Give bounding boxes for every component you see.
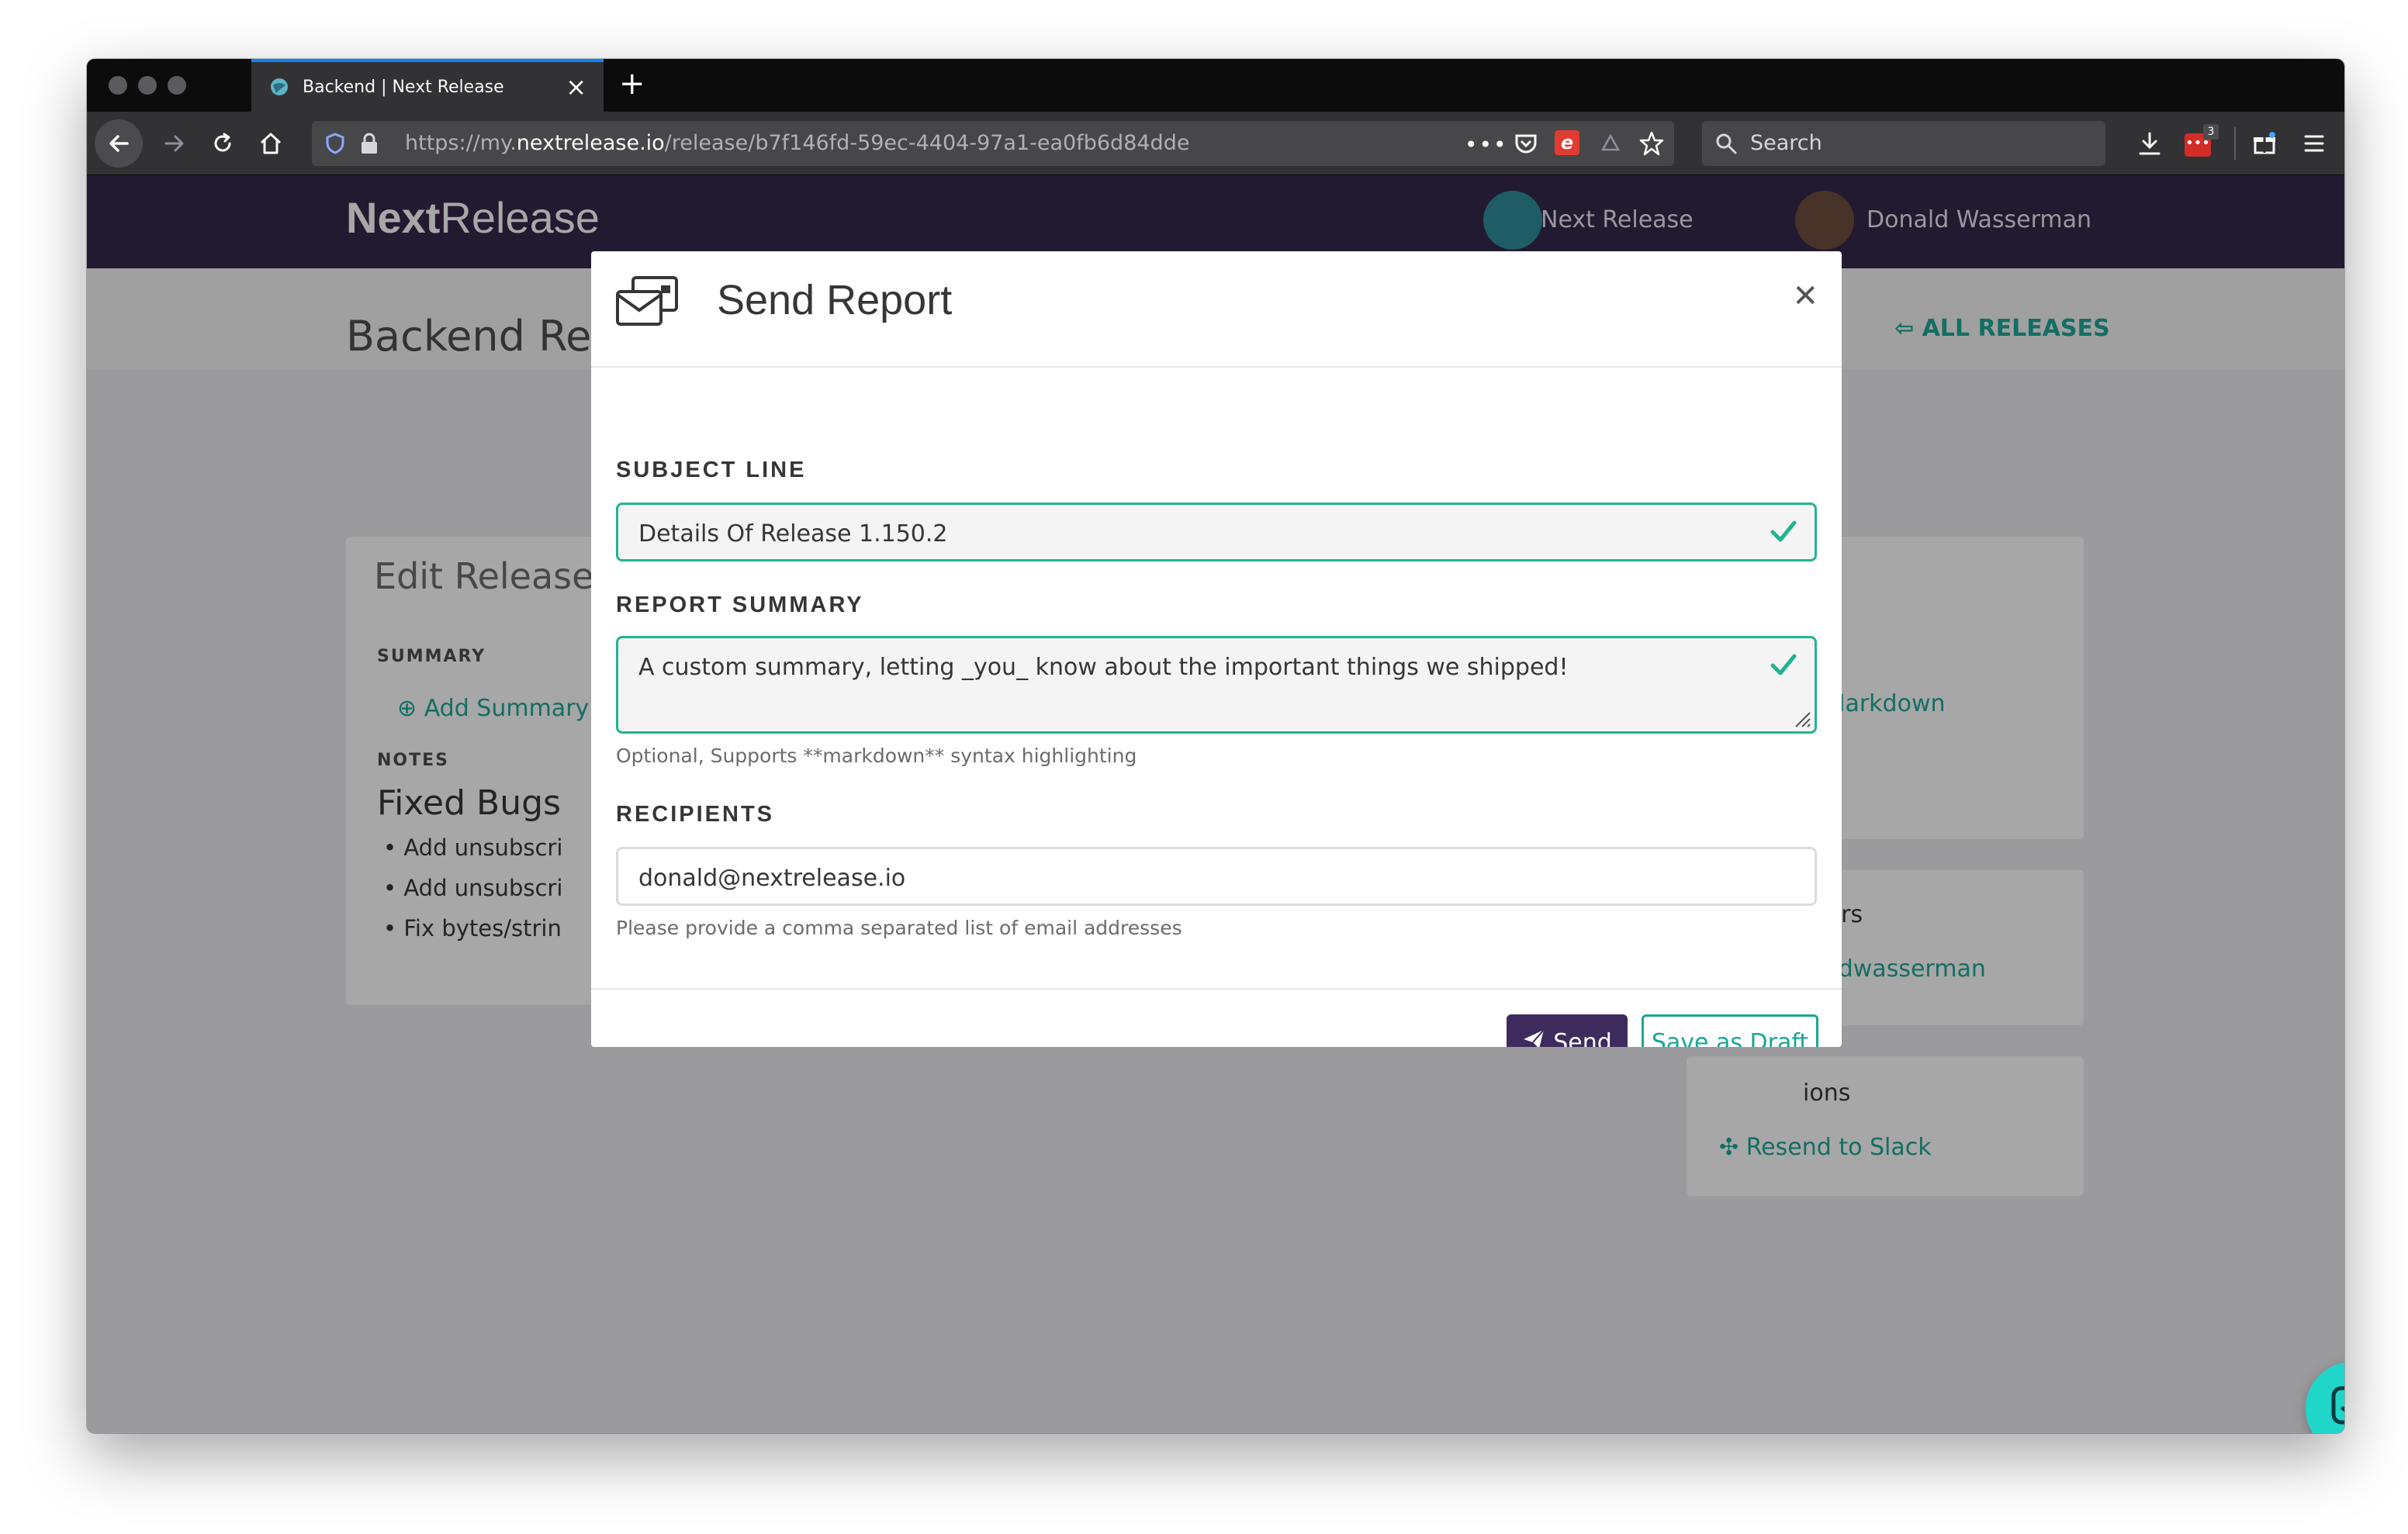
mail-report-icon [614,275,680,329]
checkmark-icon [1770,652,1797,680]
hamburger-menu-icon[interactable] [2295,124,2334,163]
toolbar-divider [2234,127,2236,160]
browser-window: Backend | Next Release × + https://my.ne… [87,59,2344,1433]
subject-line-input[interactable]: Details Of Release 1.150.2 [616,503,1817,561]
url-bar[interactable]: https://my.nextrelease.io/release/b7f146… [312,121,1674,166]
tab-title: Backend | Next Release [303,77,504,97]
window-zoom-dot[interactable] [168,76,186,95]
lastpass-icon[interactable]: ••• 3 [2180,123,2223,164]
extension-icon[interactable]: e [1555,130,1579,155]
home-icon[interactable] [251,124,290,163]
download-icon[interactable] [2130,124,2169,163]
forward-arrow-icon[interactable] [155,124,194,163]
back-arrow-icon[interactable] [95,119,143,168]
modal-footer: Send Save as Draft [591,988,1842,1047]
window-close-dot[interactable] [109,76,127,95]
recipients-help-text: Please provide a comma separated list of… [616,917,1182,939]
chat-icon [2329,1384,2344,1433]
search-bar[interactable]: Search [1702,121,2105,166]
search-icon [1714,132,1738,158]
browser-tab[interactable]: Backend | Next Release × [251,59,604,112]
recipients-input[interactable]: donald@nextrelease.io [616,847,1817,906]
tab-bar: Backend | Next Release × + [87,59,2344,112]
send-button[interactable]: Send [1507,1014,1628,1047]
lock-icon[interactable] [360,132,379,158]
report-summary-textarea[interactable]: A custom summary, letting _you_ know abo… [616,636,1817,734]
new-tab-button[interactable]: + [619,67,645,101]
modal-title: Send Report [717,277,953,323]
summary-help-text: Optional, Supports **markdown** syntax h… [616,745,1137,767]
globe-favicon-icon [268,76,290,98]
shield-icon[interactable] [326,133,344,157]
pocket-icon[interactable] [1514,132,1538,158]
report-summary-value: A custom summary, letting _you_ know abo… [638,654,1569,681]
search-placeholder: Search [1750,131,1822,155]
triangle-icon[interactable] [1600,133,1621,154]
subject-line-value: Details Of Release 1.150.2 [638,520,948,548]
close-icon[interactable]: ✕ [1792,281,1818,312]
recipients-value: donald@nextrelease.io [638,865,906,892]
resize-handle-icon[interactable] [1791,708,1811,728]
star-icon[interactable] [1638,130,1665,160]
tab-close-icon[interactable]: × [566,74,586,99]
nav-bar: https://my.nextrelease.io/release/b7f146… [87,112,2344,175]
modal-header: Send Report ✕ [591,251,1842,368]
reload-icon[interactable] [203,124,242,163]
paper-plane-icon [1522,1028,1545,1047]
window-minimize-dot[interactable] [138,76,157,95]
url-text: https://my.nextrelease.io/release/b7f146… [405,131,1190,155]
send-report-modal: Send Report ✕ SUBJECT LINE Details Of Re… [591,251,1842,1047]
recipients-label: RECIPIENTS [616,802,775,827]
checkmark-icon [1770,519,1797,547]
more-dots-icon[interactable]: ••• [1465,132,1508,157]
subject-line-label: SUBJECT LINE [616,458,807,482]
report-summary-label: REPORT SUMMARY [616,593,864,617]
save-as-draft-button[interactable]: Save as Draft [1642,1014,1818,1047]
lastpass-badge: 3 [2203,124,2219,140]
gift-icon[interactable] [2245,124,2284,163]
send-button-label: Send [1553,1028,1612,1048]
